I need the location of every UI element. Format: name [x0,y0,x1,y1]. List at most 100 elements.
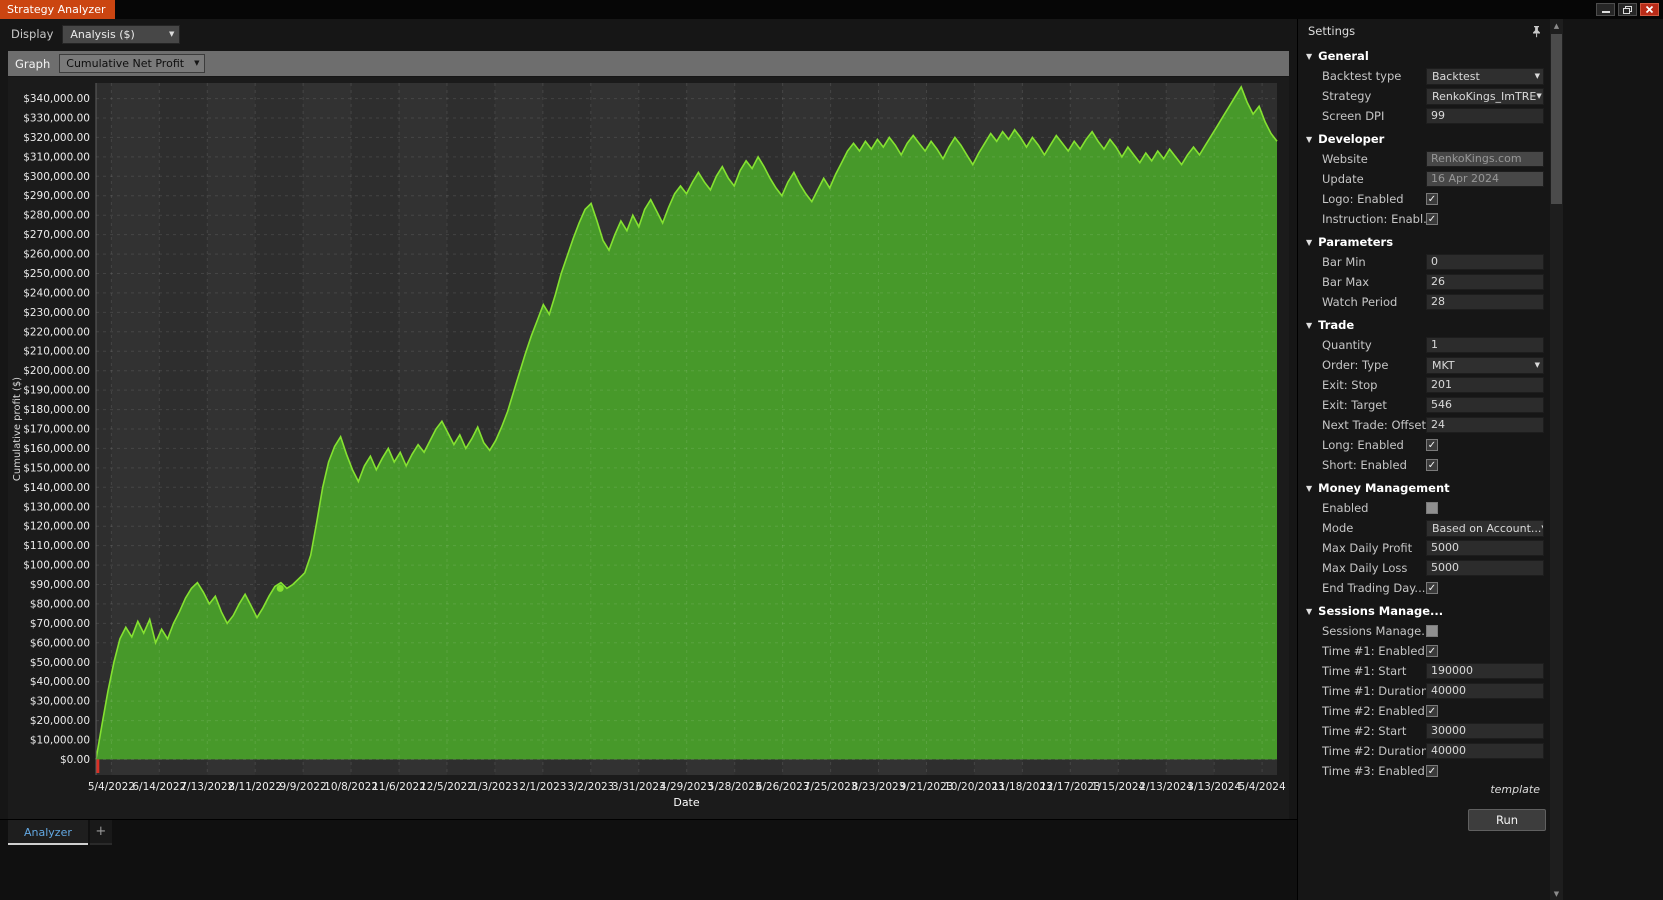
restore-icon [1622,5,1633,15]
scrollbar-thumb[interactable] [1551,34,1562,204]
setting-input[interactable]: 201 [1426,377,1544,393]
minimize-button[interactable] [1596,3,1615,16]
setting-field-slot: 16 Apr 2024 [1426,171,1544,187]
setting-checkbox[interactable]: ✓ [1426,213,1438,225]
graph-dropdown[interactable]: Cumulative Net Profit ▼ [59,54,205,73]
setting-dropdown[interactable]: MKT▼ [1426,357,1544,374]
display-dropdown[interactable]: Analysis ($) ▼ [62,25,180,44]
setting-input[interactable]: 99 [1426,108,1544,124]
x-axis-tick-label: 4/29/2023 [660,781,714,793]
setting-checkbox[interactable]: ✓ [1426,765,1438,777]
setting-row: Max Daily Loss5000 [1298,558,1550,578]
display-toolbar: Display Analysis ($) ▼ [0,19,1297,49]
setting-row: Watch Period28 [1298,292,1550,312]
setting-label: Backtest type [1322,69,1426,83]
tab-analyzer[interactable]: Analyzer [8,820,88,845]
close-button[interactable] [1640,3,1659,16]
setting-checkbox[interactable]: ✓ [1426,582,1438,594]
setting-input[interactable]: 190000 [1426,663,1544,679]
settings-grid: ▼GeneralBacktest typeBacktest▼StrategyRe… [1298,43,1550,781]
setting-label: Bar Max [1322,275,1426,289]
setting-field-slot: Based on Account...▼ [1426,520,1544,537]
setting-row: Backtest typeBacktest▼ [1298,66,1550,86]
settings-section-general[interactable]: ▼General [1298,46,1550,66]
setting-dropdown[interactable]: Backtest▼ [1426,68,1544,85]
settings-section-money-management[interactable]: ▼Money Management [1298,478,1550,498]
y-axis-tick-label: $70,000.00 [30,618,90,630]
setting-dropdown[interactable]: RenkoKings_ImTRE▼ [1426,88,1544,105]
scroll-down-button[interactable]: ▼ [1550,887,1563,900]
settings-section-sessions-manage[interactable]: ▼Sessions Manage... [1298,601,1550,621]
setting-label: Short: Enabled [1322,458,1426,472]
setting-input[interactable]: 26 [1426,274,1544,290]
y-axis-tick-label: $90,000.00 [30,579,90,591]
chart-container: $340,000.00$330,000.00$320,000.00$310,00… [8,77,1289,819]
y-axis-tick-label: $210,000.00 [23,346,90,358]
setting-checkbox[interactable]: ✓ [1426,459,1438,471]
setting-checkbox[interactable]: ✓ [1426,705,1438,717]
pin-icon[interactable] [1531,25,1542,38]
setting-label: Screen DPI [1322,109,1426,123]
setting-field-slot: Backtest▼ [1426,68,1544,85]
x-axis-tick-label: 10/8/2022 [324,781,378,793]
settings-section-parameters[interactable]: ▼Parameters [1298,232,1550,252]
setting-field-slot: ✓ [1426,213,1544,225]
setting-input[interactable]: 1 [1426,337,1544,353]
settings-section-developer[interactable]: ▼Developer [1298,129,1550,149]
template-link[interactable]: template [1298,783,1550,803]
setting-row: Time #1: Duration40000 [1298,681,1550,701]
setting-dropdown-value: Backtest [1432,70,1480,83]
setting-input[interactable]: 24 [1426,417,1544,433]
settings-scrollbar[interactable]: ▲ ▼ [1550,19,1563,900]
y-axis-tick-label: $30,000.00 [30,696,90,708]
setting-input[interactable]: 40000 [1426,743,1544,759]
titlebar[interactable]: Strategy Analyzer [0,0,1663,19]
setting-label: Logo: Enabled [1322,192,1426,206]
y-axis-tick-label: $250,000.00 [23,268,90,280]
setting-field-slot: 190000 [1426,663,1544,679]
settings-section-trade[interactable]: ▼Trade [1298,315,1550,335]
setting-label: Enabled [1322,501,1426,515]
setting-input: RenkoKings.com [1426,151,1544,167]
setting-input[interactable]: 546 [1426,397,1544,413]
x-axis-tick-label: 8/11/2022 [228,781,282,793]
setting-dropdown[interactable]: Based on Account...▼ [1426,520,1544,537]
setting-checkbox[interactable]: ✓ [1426,193,1438,205]
setting-label: Long: Enabled [1322,438,1426,452]
setting-input[interactable]: 30000 [1426,723,1544,739]
window-title-tab[interactable]: Strategy Analyzer [0,0,115,19]
setting-label: Max Daily Profit [1322,541,1426,555]
y-axis-tick-label: $0.00 [60,754,90,766]
setting-row: Next Trade: Offset...24 [1298,415,1550,435]
setting-checkbox[interactable] [1426,502,1438,514]
setting-row: Long: Enabled✓ [1298,435,1550,455]
setting-field-slot: 24 [1426,417,1544,433]
restore-button[interactable] [1618,3,1637,16]
add-tab-button[interactable]: + [90,820,112,845]
scroll-up-button[interactable]: ▲ [1550,19,1563,32]
setting-row: Instruction: Enabl...✓ [1298,209,1550,229]
setting-label: Bar Min [1322,255,1426,269]
collapse-arrow-icon: ▼ [1306,484,1312,493]
setting-field-slot: 546 [1426,397,1544,413]
setting-input[interactable]: 0 [1426,254,1544,270]
setting-checkbox[interactable]: ✓ [1426,645,1438,657]
setting-checkbox[interactable] [1426,625,1438,637]
x-axis-tick-label: 7/25/2023 [804,781,858,793]
run-button[interactable]: Run [1468,809,1546,831]
setting-checkbox[interactable]: ✓ [1426,439,1438,451]
setting-row: Exit: Target546 [1298,395,1550,415]
setting-input[interactable]: 40000 [1426,683,1544,699]
setting-row: Time #1: Enabled✓ [1298,641,1550,661]
setting-input[interactable]: 5000 [1426,560,1544,576]
cumulative-profit-chart[interactable]: $340,000.00$330,000.00$320,000.00$310,00… [8,77,1289,819]
setting-input[interactable]: 28 [1426,294,1544,310]
setting-field-slot: ✓ [1426,705,1544,717]
setting-field-slot: 1 [1426,337,1544,353]
setting-row: Time #3: Enabled✓ [1298,761,1550,781]
section-label: Parameters [1318,235,1393,249]
setting-input[interactable]: 5000 [1426,540,1544,556]
chevron-down-icon: ▼ [194,60,199,67]
setting-field-slot: ✓ [1426,582,1544,594]
x-axis-tick-label: 3/31/2023 [612,781,666,793]
